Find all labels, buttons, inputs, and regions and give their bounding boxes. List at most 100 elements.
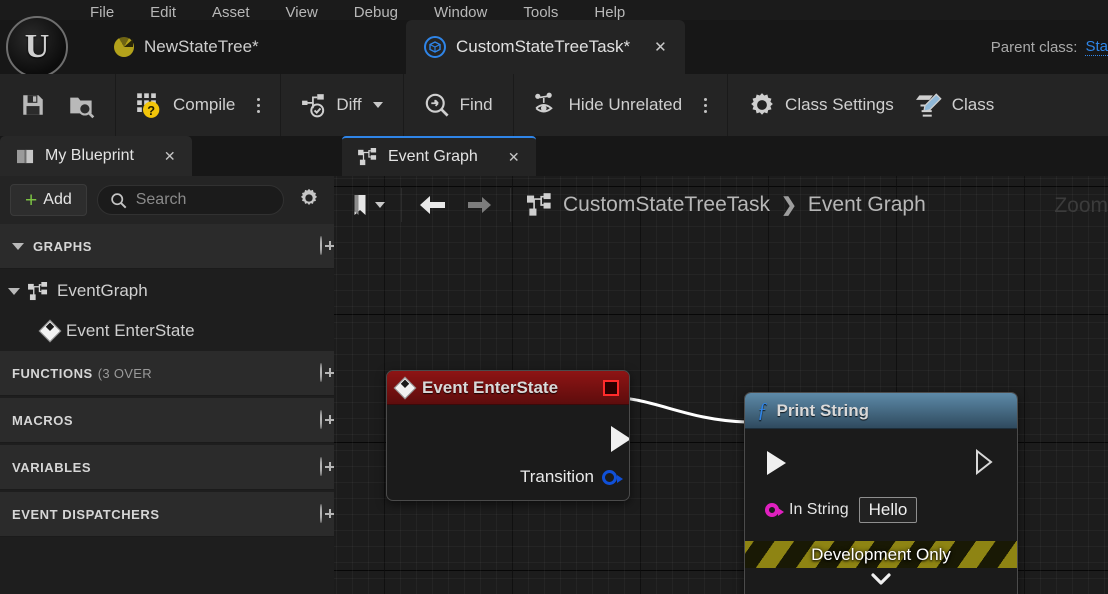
menu-item-view[interactable]: View — [268, 6, 336, 20]
save-button[interactable] — [14, 88, 52, 122]
caret-down-icon[interactable] — [8, 288, 20, 295]
class-defaults-button[interactable]: Class — [910, 88, 1001, 123]
add-label: Add — [43, 191, 71, 209]
back-button[interactable] — [412, 189, 454, 221]
toolbar-group-find: Find — [404, 74, 513, 136]
class-defaults-label: Class — [952, 95, 995, 115]
section-event-dispatchers[interactable]: EVENT DISPATCHERS — [0, 492, 334, 537]
exec-out-pin[interactable] — [611, 426, 630, 452]
statetree-icon — [114, 37, 134, 57]
parent-class-value[interactable]: Sta — [1085, 38, 1108, 56]
struct-pin[interactable] — [602, 470, 617, 485]
my-blueprint-tab-row: My Blueprint ✕ — [0, 136, 334, 176]
section-macros[interactable]: MACROS — [0, 398, 334, 443]
toolbar-group-diff: Diff — [281, 74, 402, 136]
in-string-value-input[interactable]: Hello — [859, 497, 918, 523]
add-variable-button[interactable] — [320, 458, 322, 476]
chevron-down-icon[interactable] — [373, 102, 383, 108]
unreal-blueprint-editor: File Edit Asset View Debug Window Tools … — [0, 0, 1108, 594]
node-title: Event EnterState — [422, 378, 558, 398]
plus-circle-icon — [320, 236, 322, 255]
caret-down-icon[interactable] — [12, 243, 24, 250]
add-button[interactable]: + Add — [10, 184, 87, 216]
menu-item-window[interactable]: Window — [416, 6, 505, 20]
compile-button[interactable]: ? Compile — [130, 87, 241, 123]
exec-in-pin[interactable] — [767, 451, 786, 475]
arrow-right-icon — [464, 193, 494, 217]
main-toolbar: ? Compile Diff — [0, 74, 1108, 136]
my-blueprint-panel: My Blueprint ✕ + Add Search — [0, 136, 334, 594]
add-function-button[interactable] — [320, 364, 322, 382]
section-graphs[interactable]: GRAPHS — [0, 224, 334, 269]
plus-circle-icon — [320, 457, 322, 476]
menu-item-file[interactable]: File — [72, 6, 132, 20]
node-output-transition[interactable]: Transition — [520, 467, 617, 487]
section-title: MACROS — [12, 413, 73, 428]
menu-item-edit[interactable]: Edit — [132, 6, 194, 20]
exec-out-pin[interactable] — [975, 449, 995, 475]
compile-options-button[interactable] — [251, 94, 266, 117]
arrow-left-icon — [418, 193, 448, 217]
close-icon[interactable]: ✕ — [164, 148, 176, 165]
asset-tab-newstatetree[interactable]: NewStateTree* — [96, 20, 277, 74]
section-functions[interactable]: FUNCTIONS (3 OVER — [0, 351, 334, 396]
tree-item-eventgraph[interactable]: EventGraph — [0, 271, 334, 311]
save-icon — [20, 92, 46, 118]
node-expand-button[interactable] — [745, 571, 1017, 587]
toolbar-group-class: Class Settings Class — [728, 74, 1014, 136]
svg-text:?: ? — [147, 103, 155, 118]
forward-button[interactable] — [458, 189, 500, 221]
breadcrumb-item-blueprint[interactable]: CustomStateTreeTask — [563, 193, 770, 217]
unreal-engine-logo[interactable]: U — [6, 16, 68, 78]
bookmark-button[interactable] — [346, 190, 391, 220]
find-label: Find — [460, 95, 493, 115]
event-diamond-icon — [39, 320, 62, 343]
class-settings-button[interactable]: Class Settings — [742, 87, 900, 123]
hide-unrelated-options-button[interactable] — [698, 94, 713, 117]
my-blueprint-toolbar: + Add Search — [0, 176, 334, 224]
section-variables[interactable]: VARIABLES — [0, 445, 334, 490]
menu-item-asset[interactable]: Asset — [194, 6, 268, 20]
divider — [510, 188, 511, 222]
graph-icon — [358, 148, 378, 166]
tab-my-blueprint[interactable]: My Blueprint ✕ — [0, 136, 192, 176]
add-event-dispatcher-button[interactable] — [320, 505, 322, 523]
string-pin[interactable] — [765, 503, 779, 517]
hide-unrelated-button[interactable]: Hide Unrelated — [528, 88, 688, 122]
find-button[interactable]: Find — [418, 88, 499, 123]
node-print-string[interactable]: ƒ Print String In String Hello Developme… — [744, 392, 1018, 594]
add-macro-button[interactable] — [320, 411, 322, 429]
node-event-enterstate[interactable]: Event EnterState Transition — [386, 370, 630, 501]
stop-square-icon[interactable] — [603, 380, 619, 396]
section-title: GRAPHS — [33, 239, 92, 254]
blueprint-icon — [424, 36, 446, 58]
tree-item-label: Event EnterState — [66, 321, 195, 341]
add-graph-button[interactable] — [320, 237, 322, 255]
section-title: VARIABLES — [12, 460, 91, 475]
breadcrumb-item-graph[interactable]: Event Graph — [808, 193, 926, 217]
menu-item-tools[interactable]: Tools — [505, 6, 576, 20]
browse-button[interactable] — [62, 88, 101, 123]
search-placeholder: Search — [136, 191, 187, 209]
tree-item-event-enterstate[interactable]: Event EnterState — [0, 311, 334, 351]
section-subtitle: (3 OVER — [98, 366, 152, 381]
toolbar-group-compile: ? Compile — [116, 74, 280, 136]
menu-item-debug[interactable]: Debug — [336, 6, 416, 20]
chevron-down-icon[interactable] — [375, 202, 385, 208]
class-defaults-icon — [916, 92, 943, 119]
close-icon[interactable]: ✕ — [508, 149, 520, 166]
my-blueprint-settings-button[interactable] — [294, 183, 324, 218]
close-icon[interactable]: ✕ — [654, 40, 667, 55]
menu-item-help[interactable]: Help — [576, 6, 643, 20]
event-diamond-icon — [394, 376, 417, 399]
plus-circle-icon — [320, 410, 322, 429]
node-input-in-string[interactable]: In String Hello — [765, 497, 917, 523]
node-header: ƒ Print String — [745, 393, 1017, 429]
search-input[interactable]: Search — [97, 185, 284, 215]
asset-tab-customstatetreetask[interactable]: CustomStateTreeTask* ✕ — [406, 20, 685, 74]
asset-tab-label: CustomStateTreeTask* — [456, 37, 630, 57]
graph-canvas[interactable]: CustomStateTreeTask ❯ Event Graph Zoom E… — [334, 176, 1108, 594]
diff-button[interactable]: Diff — [295, 88, 388, 122]
hide-unrelated-icon — [534, 92, 560, 118]
tab-event-graph[interactable]: Event Graph ✕ — [342, 136, 536, 176]
